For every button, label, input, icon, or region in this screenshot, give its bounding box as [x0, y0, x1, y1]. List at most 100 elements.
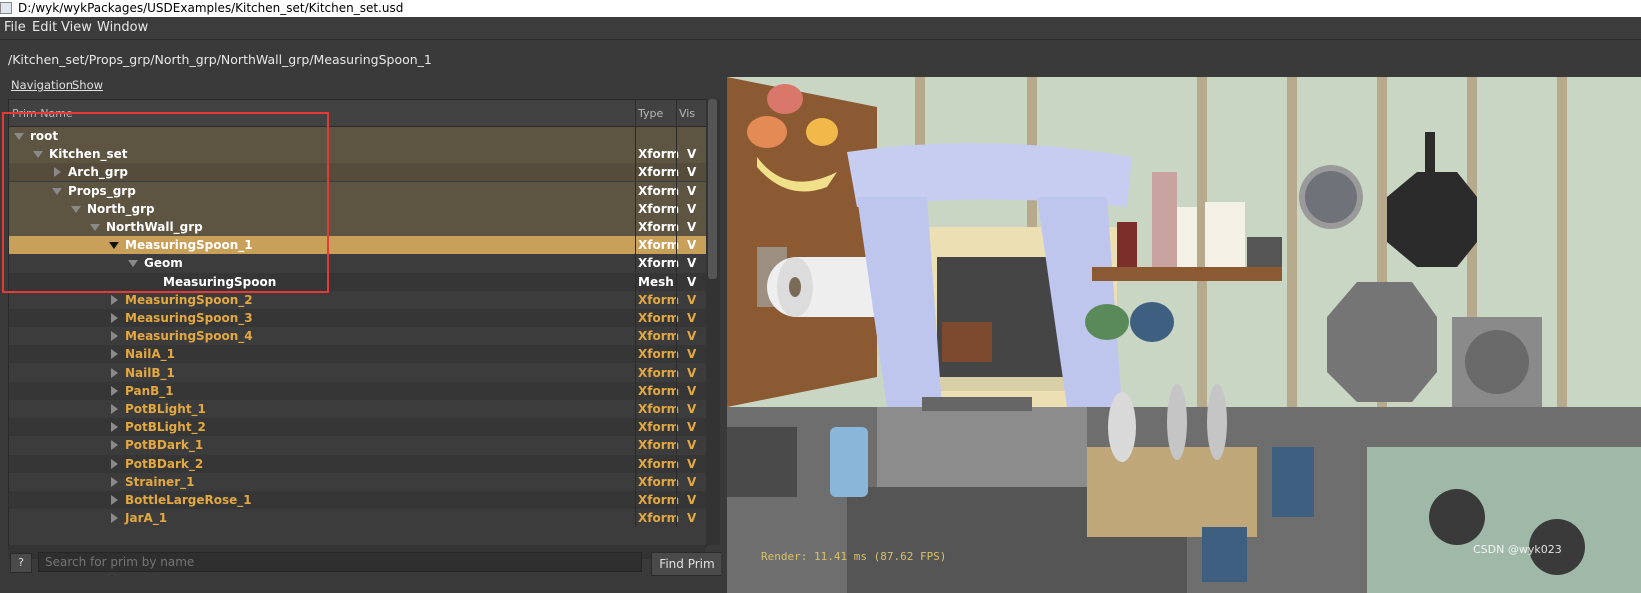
- visibility-toggle[interactable]: V: [687, 200, 696, 218]
- visibility-toggle[interactable]: V: [687, 436, 696, 454]
- expand-arrow-down-icon[interactable]: [90, 224, 100, 231]
- expand-arrow-down-icon[interactable]: [128, 260, 138, 268]
- collapse-arrow-right-icon[interactable]: [111, 404, 118, 414]
- prim-name: Geom: [144, 256, 183, 271]
- visibility-toggle[interactable]: V: [687, 145, 696, 163]
- visibility-toggle[interactable]: V: [687, 473, 696, 491]
- find-prim-button[interactable]: Find Prim: [651, 552, 723, 576]
- visibility-toggle[interactable]: V: [687, 236, 696, 254]
- visibility-toggle[interactable]: V: [687, 400, 696, 418]
- tree-row[interactable]: PanB_1 Xform V: [9, 381, 706, 400]
- prim-tree[interactable]: Prim Name Type Vis root Kitchen_set Xform V…: [8, 99, 707, 547]
- column-divider: [635, 309, 636, 327]
- prim-name: North_grp: [87, 201, 155, 216]
- menu-edit[interactable]: Edit: [32, 20, 57, 35]
- prim-name: MeasuringSpoon_4: [125, 329, 253, 344]
- tree-row[interactable]: BottleLargeRose_1 Xform V: [9, 491, 706, 509]
- tree-row[interactable]: Kitchen_set Xform V: [9, 145, 706, 164]
- visibility-toggle[interactable]: V: [687, 418, 696, 436]
- tree-row[interactable]: PotBDark_2 Xform V: [9, 454, 706, 473]
- expand-arrow-down-icon[interactable]: [14, 133, 24, 140]
- tree-row[interactable]: MeasuringSpoon_2 Xform V: [9, 290, 706, 309]
- 3d-viewport[interactable]: Render: 11.41 ms (87.62 FPS) CSDN @wyk02…: [727, 77, 1641, 593]
- collapse-arrow-right-icon[interactable]: [111, 331, 118, 342]
- tree-row[interactable]: North_grp Xform V: [9, 199, 706, 218]
- prim-path[interactable]: /Kitchen_set/Props_grp/North_grp/NorthWa…: [8, 52, 432, 67]
- tree-row[interactable]: JarA_1 Xform V: [9, 509, 706, 528]
- prim-name: PanB_1: [125, 383, 174, 398]
- tree-row[interactable]: NorthWall_grp Xform V: [9, 218, 706, 236]
- tree-row[interactable]: MeasuringSpoon Mesh V: [9, 272, 706, 291]
- prim-type: Xform: [638, 147, 680, 162]
- scroll-thumb[interactable]: [708, 99, 717, 279]
- collapse-arrow-right-icon[interactable]: [111, 313, 118, 323]
- prim-name: MeasuringSpoon: [163, 274, 277, 289]
- tree-row[interactable]: MeasuringSpoon_4 Xform V: [9, 327, 706, 346]
- collapse-arrow-right-icon[interactable]: [111, 294, 118, 305]
- visibility-toggle[interactable]: V: [687, 291, 696, 309]
- visibility-toggle[interactable]: V: [687, 254, 696, 272]
- tree-row[interactable]: PotBDark_1 Xform V: [9, 436, 706, 455]
- column-divider[interactable]: [635, 100, 636, 126]
- visibility-toggle[interactable]: V: [687, 218, 696, 236]
- collapse-arrow-right-icon[interactable]: [111, 458, 118, 469]
- visibility-toggle[interactable]: V: [687, 327, 696, 345]
- tree-row[interactable]: root: [9, 127, 706, 145]
- menu-file[interactable]: File: [4, 20, 26, 35]
- collapse-arrow-right-icon[interactable]: [111, 440, 118, 451]
- prim-type: Xform: [638, 165, 680, 180]
- collapse-arrow-right-icon[interactable]: [54, 167, 61, 178]
- tree-row[interactable]: Geom Xform V: [9, 254, 706, 273]
- tree-row[interactable]: Strainer_1 Xform V: [9, 472, 706, 491]
- expand-arrow-down-icon[interactable]: [71, 205, 81, 213]
- prim-search-input[interactable]: [38, 552, 642, 572]
- visibility-toggle[interactable]: V: [687, 382, 696, 400]
- collapse-arrow-right-icon[interactable]: [111, 495, 118, 505]
- prim-name: MeasuringSpoon_3: [125, 311, 253, 325]
- tree-row[interactable]: Props_grp Xform V: [9, 181, 706, 200]
- menu-window[interactable]: Window: [97, 20, 148, 35]
- menu-view[interactable]: View: [61, 20, 92, 35]
- collapse-arrow-right-icon[interactable]: [111, 367, 118, 378]
- prim-name: PotBLight_1: [125, 402, 206, 416]
- tab-show[interactable]: Show: [72, 78, 103, 92]
- visibility-toggle[interactable]: V: [687, 163, 696, 181]
- column-divider[interactable]: [676, 100, 677, 126]
- prim-type: Xform: [638, 511, 680, 526]
- tree-row[interactable]: MeasuringSpoon_3 Xform V: [9, 309, 706, 327]
- column-prim-name[interactable]: Prim Name: [12, 107, 73, 120]
- visibility-toggle[interactable]: V: [687, 364, 696, 382]
- collapse-arrow-right-icon[interactable]: [111, 349, 118, 360]
- visibility-toggle[interactable]: V: [687, 455, 696, 473]
- prim-name: MeasuringSpoon_1: [125, 238, 253, 253]
- expand-arrow-down-icon[interactable]: [33, 151, 43, 159]
- visibility-toggle[interactable]: V: [687, 309, 696, 327]
- collapse-arrow-right-icon[interactable]: [111, 385, 118, 396]
- collapse-arrow-right-icon[interactable]: [111, 422, 118, 433]
- column-divider: [635, 436, 636, 455]
- tree-row[interactable]: PotBLight_2 Xform V: [9, 418, 706, 437]
- prim-name: MeasuringSpoon_2: [125, 292, 253, 307]
- prim-type: Xform: [638, 256, 680, 271]
- visibility-toggle[interactable]: V: [687, 345, 696, 363]
- expand-arrow-down-icon[interactable]: [109, 242, 119, 250]
- visibility-toggle[interactable]: V: [687, 509, 696, 527]
- prim-type: Xform: [638, 201, 680, 216]
- visibility-toggle[interactable]: V: [687, 182, 696, 200]
- tree-row[interactable]: NailA_1 Xform V: [9, 345, 706, 364]
- expand-arrow-down-icon[interactable]: [52, 187, 62, 195]
- tree-row[interactable]: NailB_1 Xform V: [9, 363, 706, 382]
- help-button[interactable]: ?: [10, 553, 32, 573]
- tree-vertical-scrollbar[interactable]: [706, 99, 720, 545]
- collapse-arrow-right-icon[interactable]: [111, 476, 118, 487]
- prim-type: Xform: [638, 311, 680, 325]
- visibility-toggle[interactable]: V: [687, 273, 696, 291]
- tree-row[interactable]: PotBLight_1 Xform V: [9, 400, 706, 418]
- tree-row[interactable]: MeasuringSpoon_1 Xform V: [9, 236, 706, 255]
- tab-navigation[interactable]: Navigation: [11, 78, 73, 92]
- column-type[interactable]: Type: [638, 107, 663, 120]
- tree-row[interactable]: Arch_grp Xform V: [9, 163, 706, 182]
- visibility-toggle[interactable]: V: [687, 491, 696, 509]
- column-vis[interactable]: Vis: [679, 107, 695, 120]
- collapse-arrow-right-icon[interactable]: [111, 513, 118, 524]
